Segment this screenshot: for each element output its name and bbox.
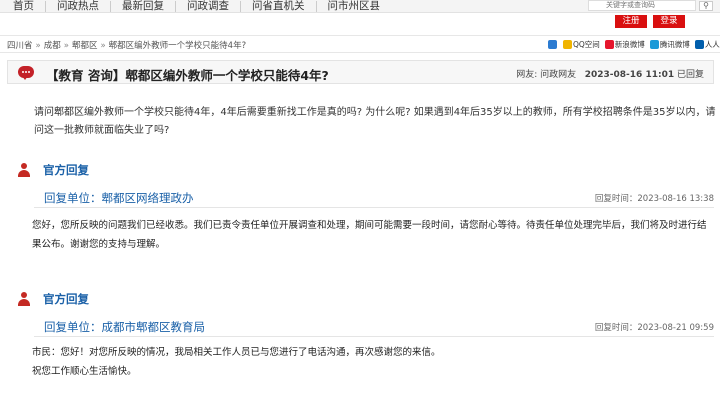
nav-latest-replies[interactable]: 最新回复 [111,1,176,12]
share-plus[interactable] [548,39,558,50]
breadcrumb-bar: 四川省» 成都» 郫都区» 郫都区编外教师一个学校只能待4年? QQ空间 新浪微博 腾… [0,35,720,53]
speech-bubble-icon [18,66,34,80]
nav-survey[interactable]: 问政调查 [176,1,241,12]
login-button[interactable]: 登录 [653,15,685,28]
share-qzone[interactable]: QQ空间 [563,39,600,50]
share-weibo[interactable]: 新浪微博 [604,39,645,50]
reply-unit: 回复单位：郫都区网络理政办 [44,191,194,205]
reply-time: 回复时间：2023-08-16 13:38 [594,194,714,204]
nav-items: 首页 问政热点 最新回复 问政调查 问省直机关 问市州区县 [0,0,391,12]
question-header: 【教育 咨询】郫都区编外教师一个学校只能待4年? 网友: 问政网友 2023-0… [7,60,714,84]
nav-home[interactable]: 首页 [0,1,46,12]
breadcrumb-sep: » [35,41,41,51]
breadcrumb-sep: » [63,41,69,51]
weibo-icon [604,40,614,49]
share-tencent-label: 腾讯微博 [659,40,690,49]
reply-unit-line: 回复单位：郫都区网络理政办 回复时间：2023-08-16 13:38 [34,188,714,208]
person-icon [17,163,31,177]
share-bar: QQ空间 新浪微博 腾讯微博 人人网 [548,39,720,50]
reply-time: 回复时间：2023-08-21 09:59 [594,323,714,333]
section-title-text: 官方回复 [43,163,89,177]
share-renren-label: 人人网 [704,40,720,49]
official-reply-title: 官方回复 [17,162,89,178]
breadcrumb-district[interactable]: 郫都区 [72,41,98,51]
share-qzone-label: QQ空间 [573,40,600,49]
meta-prefix: 网友: [516,70,538,80]
question-meta: 网友: 问政网友 2023-08-16 11:01 已回复 [516,67,704,80]
breadcrumb-current: 郫都区编外教师一个学校只能待4年? [108,41,247,51]
register-button[interactable]: 注册 [615,15,647,28]
meta-date: 2023-08-16 11:01 [584,70,675,80]
question-title: 【教育 咨询】郫都区编外教师一个学校只能待4年? [46,68,329,83]
nav-provincial-agencies[interactable]: 问省直机关 [241,1,317,12]
renren-icon [694,40,704,49]
nav-hot[interactable]: 问政热点 [46,1,111,12]
share-renren[interactable]: 人人网 [694,39,720,50]
meta-status: 已回复 [676,70,704,80]
qzone-icon [563,40,572,49]
share-tencent-weibo[interactable]: 腾讯微博 [649,39,690,50]
share-weibo-label: 新浪微博 [614,40,645,49]
section-title-text: 官方回复 [43,292,89,306]
top-nav: 首页 问政热点 最新回复 问政调查 问省直机关 问市州区县 ⚲ [0,0,720,13]
breadcrumb: 四川省» 成都» 郫都区» 郫都区编外教师一个学校只能待4年? [7,39,246,51]
breadcrumb-sep: » [100,41,106,51]
reply-body: 您好，您所反映的问题我们已经收悉。我们已责令责任单位开展调查和处理，期间可能需要… [32,220,707,250]
search-input[interactable] [588,0,696,11]
tencent-weibo-icon [649,40,659,49]
reply-line: 祝您工作顺心生活愉快。 [32,366,137,377]
person-icon [17,292,31,306]
official-reply-title: 官方回复 [17,291,89,307]
reply-unit: 回复单位：成都市郫都区教育局 [44,320,205,334]
reply-line: 市民：您好！对您所反映的情况，我局相关工作人员已与您进行了电话沟通，再次感谢您的… [32,347,441,358]
reply-unit-line: 回复单位：成都市郫都区教育局 回复时间：2023-08-21 09:59 [34,317,714,337]
breadcrumb-province[interactable]: 四川省 [7,41,33,51]
search-icon[interactable]: ⚲ [699,1,713,11]
plus-share-icon [548,40,557,49]
question-body: 请问郫都区编外教师一个学校只能待4年，4年后需要重新找工作是真的吗? 为什么呢?… [34,107,716,136]
meta-user[interactable]: 问政网友 [540,70,576,80]
breadcrumb-city[interactable]: 成都 [44,41,61,51]
nav-city-county[interactable]: 问市州区县 [317,1,392,12]
reply-body: 市民：您好！对您所反映的情况，我局相关工作人员已与您进行了电话沟通，再次感谢您的… [32,343,712,381]
